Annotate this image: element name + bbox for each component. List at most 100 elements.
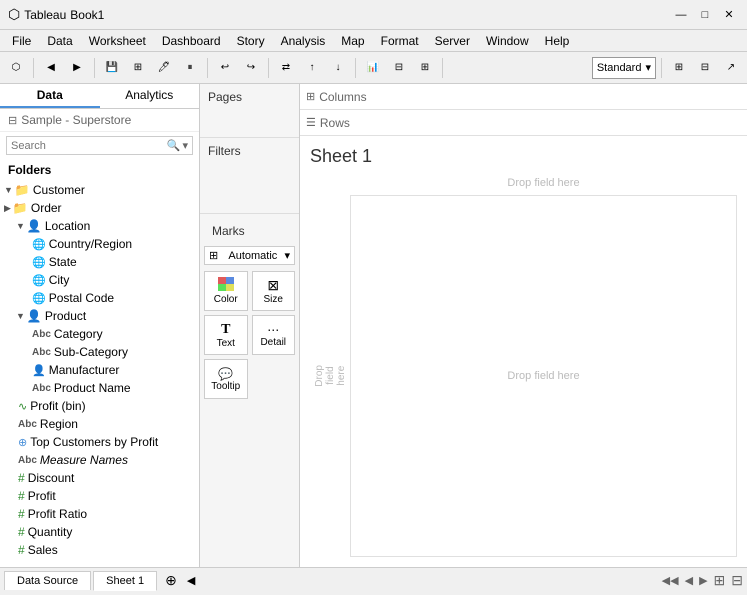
folder-location[interactable]: ▼ 👤 Location <box>0 217 199 235</box>
datasource-name: Sample - Superstore <box>21 113 131 127</box>
toolbar-chart-btn[interactable]: 📊 <box>361 56 385 80</box>
rows-icon: ☰ <box>306 116 316 129</box>
toolbar-share-btn[interactable]: ↗ <box>719 56 743 80</box>
tab-sheet1[interactable]: Sheet 1 <box>93 571 157 591</box>
nav-prev-icon[interactable]: ◀ <box>685 574 693 587</box>
tree-profit[interactable]: # Profit <box>0 487 199 505</box>
tree-postal[interactable]: 🌐 Postal Code <box>0 289 199 307</box>
color-icon <box>218 277 234 294</box>
toolbar-sep-5 <box>355 58 356 78</box>
menu-window[interactable]: Window <box>478 32 537 50</box>
toolbar-sort-asc-btn[interactable]: ↑ <box>300 56 324 80</box>
marks-detail-btn[interactable]: ⋯ Detail <box>252 315 296 355</box>
toolbar-save-btn[interactable]: 💾 <box>100 56 124 80</box>
toolbar-forward-btn[interactable]: ▶ <box>65 56 89 80</box>
toolbar-pause-btn[interactable]: ⏸ <box>178 56 202 80</box>
tooltip-label: Tooltip <box>211 381 240 392</box>
tree-profitbin[interactable]: ∿ Profit (bin) <box>0 397 199 415</box>
country-label: Country/Region <box>49 237 132 251</box>
toolbar-fixed-btn[interactable]: ⊞ <box>413 56 437 80</box>
person-icon-product: 👤 <box>27 309 42 323</box>
menu-analysis[interactable]: Analysis <box>273 32 334 50</box>
drop-field-left[interactable]: Dropfieldhere <box>314 365 347 387</box>
city-label: City <box>49 273 70 287</box>
toolbar-addcalc-btn[interactable]: 🖊 <box>152 56 176 80</box>
tree-region[interactable]: Abc Region <box>0 415 199 433</box>
search-options-icon[interactable]: ▾ <box>182 139 188 152</box>
tree-profitratio[interactable]: # Profit Ratio <box>0 505 199 523</box>
tree-measurenames[interactable]: Abc Measure Names <box>0 451 199 469</box>
tree-topcustomers[interactable]: ⊕ Top Customers by Profit <box>0 433 199 451</box>
color-label: Color <box>214 294 238 305</box>
menu-file[interactable]: File <box>4 32 39 50</box>
drop-field-center[interactable]: Drop field here <box>507 370 579 382</box>
tree-category[interactable]: Abc Category <box>0 325 199 343</box>
scroll-sheet-left-icon[interactable]: ◀ <box>183 572 199 589</box>
abc-icon-subcat: Abc <box>32 347 51 358</box>
toolbar-redo-btn[interactable]: ↪ <box>239 56 263 80</box>
search-input[interactable] <box>11 140 167 152</box>
tree-sales[interactable]: # Sales <box>0 541 199 559</box>
marks-text-btn[interactable]: T Text <box>204 315 248 355</box>
toolbar-swap-btn[interactable]: ⇄ <box>274 56 298 80</box>
tab-analytics[interactable]: Analytics <box>100 84 200 108</box>
folder-location-label: Location <box>45 219 90 233</box>
menu-map[interactable]: Map <box>333 32 372 50</box>
toolbar-standard-dropdown[interactable]: Standard ▾ <box>592 57 656 79</box>
drop-field-top[interactable]: Drop field here <box>507 177 579 189</box>
tree-quantity[interactable]: # Quantity <box>0 523 199 541</box>
toolbar-table-btn[interactable]: ⊟ <box>387 56 411 80</box>
marks-tooltip-btn[interactable]: 💬 Tooltip <box>204 359 248 399</box>
columns-icon: ⊞ <box>306 90 315 103</box>
add-sheet-icon[interactable]: ⊕ <box>159 570 183 591</box>
toolbar-sep-6 <box>442 58 443 78</box>
menu-story[interactable]: Story <box>229 32 273 50</box>
tab-data-source[interactable]: Data Source <box>4 571 91 590</box>
menu-data[interactable]: Data <box>39 32 80 50</box>
manufacturer-label: Manufacturer <box>49 363 120 377</box>
quantity-label: Quantity <box>28 525 73 539</box>
folder-customer[interactable]: ▼ 📁 Customer <box>0 181 199 199</box>
toolbar-sort-desc-btn[interactable]: ↓ <box>326 56 350 80</box>
tree-discount[interactable]: # Discount <box>0 469 199 487</box>
tree-country[interactable]: 🌐 Country/Region <box>0 235 199 253</box>
nav-first-icon[interactable]: ◀◀ <box>662 574 679 587</box>
abc-icon-region: Abc <box>18 419 37 430</box>
app-name: Tableau <box>24 8 66 22</box>
tree-city[interactable]: 🌐 City <box>0 271 199 289</box>
grid-view-icon[interactable]: ⊞ <box>714 572 726 589</box>
minimize-button[interactable]: — <box>671 6 691 24</box>
location-expand-arrow: ▼ <box>16 221 25 231</box>
maximize-button[interactable]: □ <box>695 6 715 24</box>
text-icon: T <box>221 322 230 338</box>
toolbar-device-btn[interactable]: ⊟ <box>693 56 717 80</box>
toolbar-datasource-btn[interactable]: ⬡ <box>4 56 28 80</box>
profit-label: Profit <box>28 489 56 503</box>
tree-manufacturer[interactable]: 👤 Manufacturer <box>0 361 199 379</box>
filters-title: Filters <box>200 138 299 164</box>
close-button[interactable]: ✕ <box>719 6 739 24</box>
tree-state[interactable]: 🌐 State <box>0 253 199 271</box>
marks-color-btn[interactable]: Color <box>204 271 248 311</box>
toolbar-back-btn[interactable]: ◀ <box>39 56 63 80</box>
hash-icon-profit: # <box>18 489 25 503</box>
columns-label: Columns <box>319 90 366 104</box>
toolbar-undo-btn[interactable]: ↩ <box>213 56 237 80</box>
tab-data[interactable]: Data <box>0 84 100 108</box>
menu-help[interactable]: Help <box>537 32 578 50</box>
marks-size-btn[interactable]: ⊠ Size <box>252 271 296 311</box>
nav-next-icon[interactable]: ▶ <box>699 574 707 587</box>
toolbar-view-btn[interactable]: ⊞ <box>667 56 691 80</box>
toolbar-add-btn[interactable]: ⊞ <box>126 56 150 80</box>
tree-productname[interactable]: Abc Product Name <box>0 379 199 397</box>
menu-dashboard[interactable]: Dashboard <box>154 32 229 50</box>
tree-subcategory[interactable]: Abc Sub-Category <box>0 343 199 361</box>
folder-product[interactable]: ▼ 👤 Product <box>0 307 199 325</box>
menu-server[interactable]: Server <box>427 32 478 50</box>
folder-order[interactable]: ▶ 📁 Order <box>0 199 199 217</box>
sheet-title: Sheet 1 <box>310 146 737 167</box>
marks-type-dropdown[interactable]: ⊞ Automatic ▾ <box>204 246 295 265</box>
list-view-icon[interactable]: ⊟ <box>731 572 743 589</box>
menu-format[interactable]: Format <box>373 32 427 50</box>
menu-worksheet[interactable]: Worksheet <box>81 32 154 50</box>
